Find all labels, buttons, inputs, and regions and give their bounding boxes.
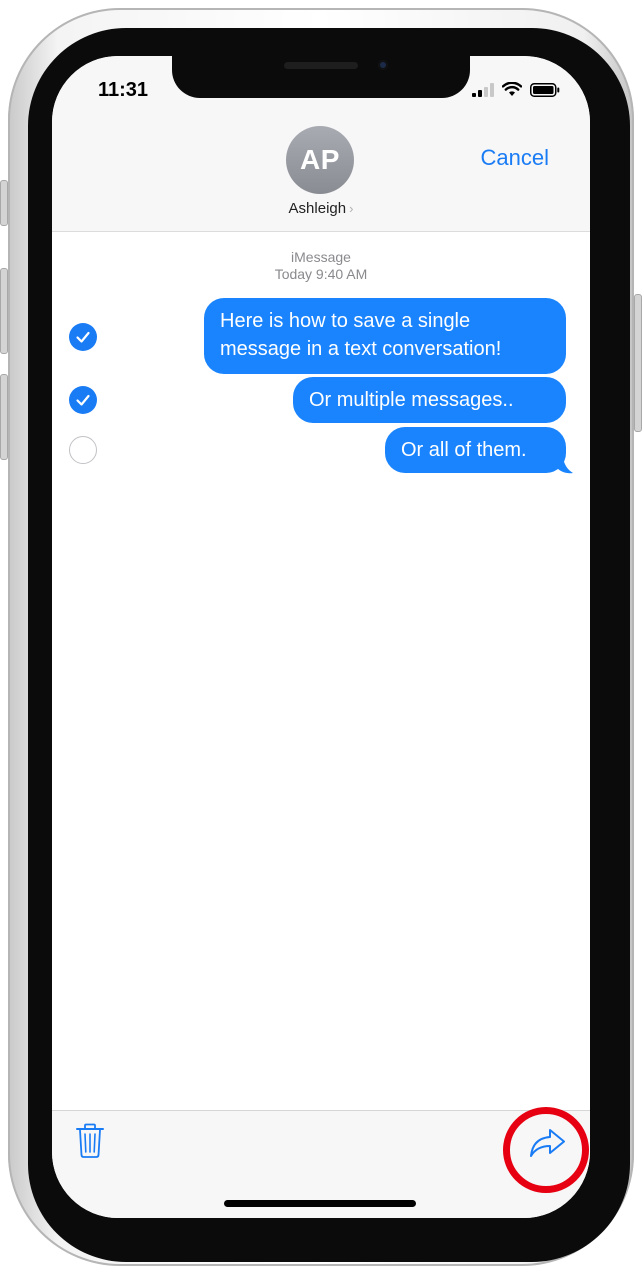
checkmark-icon <box>76 331 90 343</box>
battery-icon <box>530 82 560 97</box>
earpiece-speaker <box>284 62 358 69</box>
home-indicator <box>224 1200 416 1207</box>
phone-screen: 11:31 AP Ashleigh › Cancel iMessage Toda… <box>52 56 590 1218</box>
side-button <box>634 294 642 432</box>
message-text-line: Here is how to save a single <box>220 310 471 332</box>
contact-name-label: Ashleigh <box>288 200 347 217</box>
volume-down-button <box>0 374 8 460</box>
message-bubble-1[interactable]: Here is how to save a single message in … <box>204 298 566 374</box>
status-time: 11:31 <box>98 79 149 101</box>
cellular-signal-icon <box>472 82 494 97</box>
device-notch <box>172 56 470 98</box>
trash-icon[interactable] <box>74 1123 106 1159</box>
chevron-right-icon: › <box>349 201 354 216</box>
service-label: iMessage <box>291 249 351 265</box>
message-text-line: message in a text conversation! <box>220 338 502 360</box>
iphone-device: 11:31 AP Ashleigh › Cancel iMessage Toda… <box>0 0 642 1274</box>
message-text: Or multiple messages.. <box>309 389 514 411</box>
status-icons <box>472 82 560 97</box>
message-bubble-2[interactable]: Or multiple messages.. <box>293 377 566 423</box>
message-select-checkbox-1[interactable] <box>69 323 97 351</box>
message-select-checkbox-3[interactable] <box>69 436 97 464</box>
forward-highlight-circle <box>503 1107 589 1193</box>
message-timestamp: Today 9:40 AM <box>274 266 368 282</box>
message-select-checkbox-2[interactable] <box>69 386 97 414</box>
volume-up-button <box>0 268 8 354</box>
bubble-tail <box>557 457 573 474</box>
contact-name[interactable]: Ashleigh › <box>52 200 590 217</box>
message-bubble-3[interactable]: Or all of them. <box>385 427 566 473</box>
checkmark-icon <box>76 394 90 406</box>
message-text: Or all of them. <box>401 439 527 461</box>
front-camera <box>378 60 388 70</box>
wifi-icon <box>502 82 522 96</box>
mute-switch <box>0 180 8 226</box>
cancel-button[interactable]: Cancel <box>481 145 549 171</box>
contact-avatar[interactable]: AP <box>286 126 354 194</box>
